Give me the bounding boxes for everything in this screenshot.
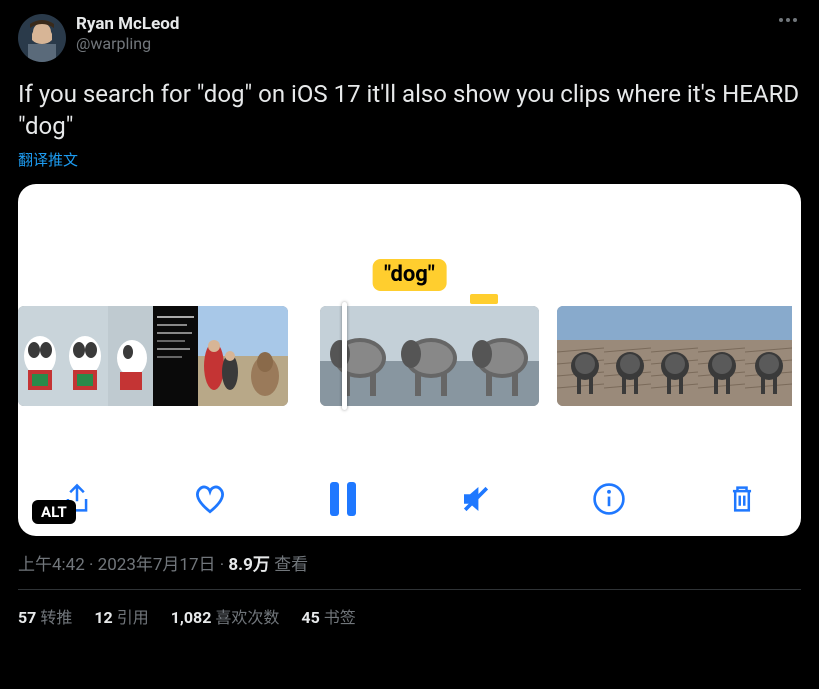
clip-gap [288, 306, 320, 406]
alt-badge[interactable]: ALT [32, 500, 76, 524]
tweet-header: Ryan McLeod @warpling [18, 14, 801, 62]
clip-group-3 [557, 306, 792, 406]
media-action-bar [18, 480, 801, 518]
bookmarks-stat[interactable]: 45书签 [301, 604, 355, 628]
pause-icon[interactable] [324, 480, 362, 518]
quotes-stat[interactable]: 12引用 [94, 604, 148, 628]
translate-link[interactable]: 翻译推文 [18, 149, 801, 170]
user-handle[interactable]: @warpling [76, 34, 179, 53]
avatar[interactable] [18, 14, 66, 62]
views-count: 8.9万 [228, 555, 269, 575]
views-label: 查看 [270, 555, 308, 575]
tweet-text: If you search for "dog" on iOS 17 it'll … [18, 78, 801, 143]
retweets-stat[interactable]: 57转推 [18, 604, 72, 628]
tweet-stats: 57转推 12引用 1,082喜欢次数 45书签 [18, 590, 801, 628]
video-timeline[interactable] [18, 306, 801, 406]
more-menu-button[interactable] [775, 14, 801, 26]
playhead[interactable] [342, 302, 347, 410]
heart-icon[interactable] [191, 480, 229, 518]
info-icon[interactable] [590, 480, 628, 518]
tooltip-marker [470, 294, 498, 304]
clip-gap [539, 306, 557, 406]
mute-icon[interactable] [457, 480, 495, 518]
tweet-meta: 上午4:42 · 2023年7月17日 · 8.9万 查看 [18, 550, 801, 589]
media-attachment[interactable]: "dog" [18, 184, 801, 536]
tweet-date[interactable]: 2023年7月17日 [98, 555, 216, 575]
clip-group-1 [18, 306, 288, 406]
user-block: Ryan McLeod @warpling [76, 14, 179, 54]
clip-group-2 [320, 306, 539, 406]
tweet-time[interactable]: 上午4:42 [18, 555, 85, 575]
likes-stat[interactable]: 1,082喜欢次数 [171, 604, 280, 628]
trash-icon[interactable] [723, 480, 761, 518]
tweet-container: Ryan McLeod @warpling If you search for … [0, 0, 819, 628]
search-term-tooltip: "dog" [372, 259, 447, 291]
display-name[interactable]: Ryan McLeod [76, 14, 179, 34]
